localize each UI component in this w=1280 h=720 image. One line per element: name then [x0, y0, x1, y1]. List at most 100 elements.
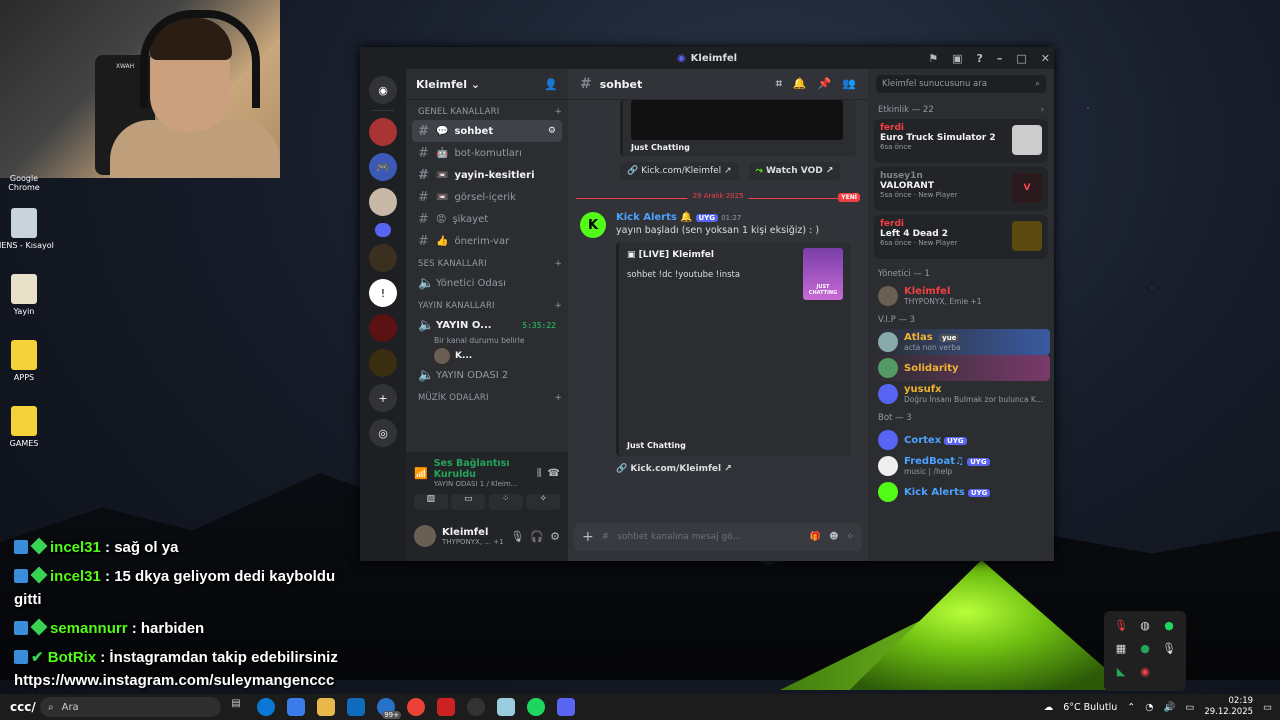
battery-icon[interactable]: ▭: [1185, 702, 1194, 713]
add-server-icon[interactable]: +: [369, 384, 397, 412]
folder-icon[interactable]: [375, 223, 391, 237]
nvidia-icon[interactable]: ◣: [1114, 665, 1128, 678]
headphones-icon[interactable]: 🎧: [530, 530, 544, 543]
member-item[interactable]: Solidarity: [872, 355, 1050, 381]
category-ses[interactable]: SES KANALLARI +: [406, 252, 568, 272]
server-icon[interactable]: [369, 349, 397, 377]
member-item[interactable]: yusufx Doğru İnsanı Bulmak zor bulunca K.…: [872, 381, 1050, 407]
obs-icon[interactable]: [467, 698, 485, 716]
plus-icon[interactable]: +: [582, 529, 594, 545]
chevron-up-icon[interactable]: ⌃: [1127, 702, 1135, 713]
activity-card[interactable]: ferdi Left 4 Dead 2 6sa önce · New Playe…: [874, 215, 1048, 259]
chevron-right-icon[interactable]: ›: [1041, 105, 1044, 115]
voice-channel-status[interactable]: Bir kanal durumu belirle: [406, 336, 568, 348]
plus-icon[interactable]: +: [555, 393, 562, 403]
gift-icon[interactable]: 🎁: [810, 532, 821, 542]
voice-detail[interactable]: YAYIN ODASI 1 / Kleim...: [434, 480, 531, 488]
server-icon[interactable]: !: [369, 279, 397, 307]
voice-user[interactable]: K...: [406, 348, 568, 364]
server-icon[interactable]: [369, 244, 397, 272]
emoji-icon[interactable]: ☻: [829, 532, 838, 542]
category-genel[interactable]: GENEL KANALLARI +: [406, 100, 568, 120]
desktop-icon-apps[interactable]: APPS: [0, 340, 54, 382]
voice-status[interactable]: Ses Bağlantısı Kuruldu: [434, 458, 531, 480]
obs-icon[interactable]: ◍: [1138, 619, 1152, 632]
message-input[interactable]: sohbet kanalına mesaj gö...: [617, 532, 802, 542]
activities-button[interactable]: ⁘: [488, 494, 523, 510]
file-explorer-icon[interactable]: [317, 698, 335, 716]
volume-icon[interactable]: 🔊: [1164, 702, 1176, 713]
member-item[interactable]: Cortex UYG: [872, 427, 1050, 453]
desktop-icon-games[interactable]: GAMES: [0, 406, 54, 448]
kick-link-button[interactable]: 🔗 Kick.com/Kleimfel ↗: [616, 464, 856, 474]
camera-off-button[interactable]: ▨: [413, 494, 448, 510]
embed-title[interactable]: ▣ [LIVE] Kleimfel: [627, 250, 714, 260]
server-header[interactable]: Kleimfel ⌄ 👤: [406, 69, 568, 100]
chrome-icon[interactable]: [407, 698, 425, 716]
channel-sikayet[interactable]: # 😡 şikayet: [412, 208, 562, 230]
channel-bot-komutlari[interactable]: # 🤖 bot-komutları: [412, 142, 562, 164]
desktop-icon-chrome[interactable]: Google Chrome: [0, 172, 54, 192]
category-yayin[interactable]: YAYIN KANALLARI +: [406, 294, 568, 314]
pin-icon[interactable]: 📌: [818, 77, 832, 91]
channel-onerim-var[interactable]: # 👍 önerim-var: [412, 230, 562, 252]
desktop-icon-yayin[interactable]: Yayin: [0, 274, 54, 316]
clock[interactable]: 02:19 29.12.2025: [1204, 696, 1253, 718]
desktop-icon-tiens[interactable]: TIENS - Kısayol: [0, 208, 54, 250]
plus-icon[interactable]: +: [555, 107, 562, 117]
embed-thumbnail[interactable]: JUST CHATTING: [803, 248, 843, 300]
plus-icon[interactable]: +: [555, 259, 562, 269]
outlook-icon[interactable]: [347, 698, 365, 716]
apps-icon[interactable]: ⁘: [846, 532, 854, 542]
flag-icon[interactable]: ⚑: [928, 52, 938, 65]
bell-icon[interactable]: 🔔: [793, 77, 807, 91]
category-muzik[interactable]: MÜZİK ODALARI +: [406, 386, 568, 406]
add-member-icon[interactable]: 👤: [544, 78, 558, 91]
channel-yayin-kesitleri[interactable]: # 📼 yayin-kesitleri: [412, 164, 562, 186]
voice-channel-yonetici[interactable]: 🔈 Yönetici Odası: [412, 272, 562, 294]
network-icon[interactable]: ◔: [1145, 702, 1153, 713]
member-item[interactable]: FredBoat♫ UYG music | /help: [872, 453, 1050, 479]
channel-sohbet[interactable]: # 💬 sohbet ⚙: [412, 120, 562, 142]
explore-icon[interactable]: ◎: [369, 419, 397, 447]
gear-icon[interactable]: ⚙: [548, 126, 556, 136]
taskbar-search[interactable]: ⌕ Ara: [40, 697, 221, 717]
voice-channel-yayin-2[interactable]: 🔈 YAYIN ODASI 2: [412, 364, 562, 386]
server-icon[interactable]: [369, 118, 397, 146]
voice-channel-yayin-1[interactable]: 🔈 YAYIN O... 5:35:22: [412, 314, 562, 336]
watch-vod-button[interactable]: ⤳ Watch VOD ↗: [748, 162, 841, 180]
kick-link-button[interactable]: 🔗 Kick.com/Kleimfel ↗: [620, 162, 739, 180]
avatar[interactable]: [414, 525, 436, 547]
kick-alerts-avatar[interactable]: K: [580, 212, 606, 238]
discord-home-icon[interactable]: ◉: [369, 76, 397, 104]
inbox-icon[interactable]: ▣: [952, 52, 962, 65]
spotify-icon[interactable]: ●: [1162, 619, 1176, 632]
minimize-icon[interactable]: –: [997, 52, 1003, 65]
microphone-icon[interactable]: 🎙: [510, 530, 524, 543]
app-icon[interactable]: [497, 698, 515, 716]
disconnect-icon[interactable]: ☎: [548, 468, 560, 479]
server-icon[interactable]: [369, 188, 397, 216]
soundboard-button[interactable]: ✧: [526, 494, 561, 510]
app-icon[interactable]: [437, 698, 455, 716]
record-icon[interactable]: ◉: [1138, 665, 1152, 678]
channel-gorsel-icerik[interactable]: # 📼 görsel-içerik: [412, 186, 562, 208]
close-icon[interactable]: ✕: [1041, 52, 1050, 65]
weather-icon[interactable]: ☁: [1044, 702, 1054, 713]
server-search-input[interactable]: Kleimfel sunucusunu ara ⌕: [876, 75, 1046, 93]
members-icon[interactable]: 👥: [842, 77, 856, 91]
activity-card[interactable]: husey1n VALORANT 5sa önce · New Player V: [874, 167, 1048, 211]
activity-header[interactable]: Etkinlik — 22 ›: [868, 99, 1054, 119]
help-icon[interactable]: ?: [976, 52, 982, 65]
activity-card[interactable]: ferdi Euro Truck Simulator 2 6sa önce: [874, 119, 1048, 163]
screen-share-button[interactable]: ▭: [451, 494, 486, 510]
threads-icon[interactable]: ⌗: [776, 77, 782, 91]
member-item[interactable]: Kick Alerts UYG: [872, 479, 1050, 505]
message-author[interactable]: Kick Alerts: [616, 212, 677, 223]
copilot-icon[interactable]: [287, 698, 305, 716]
edge-icon[interactable]: [257, 698, 275, 716]
notification-icon[interactable]: ▭: [1263, 702, 1272, 713]
status-icon[interactable]: ●: [1138, 642, 1152, 655]
maximize-icon[interactable]: □: [1016, 52, 1026, 65]
noise-icon[interactable]: ⫼: [537, 468, 542, 479]
